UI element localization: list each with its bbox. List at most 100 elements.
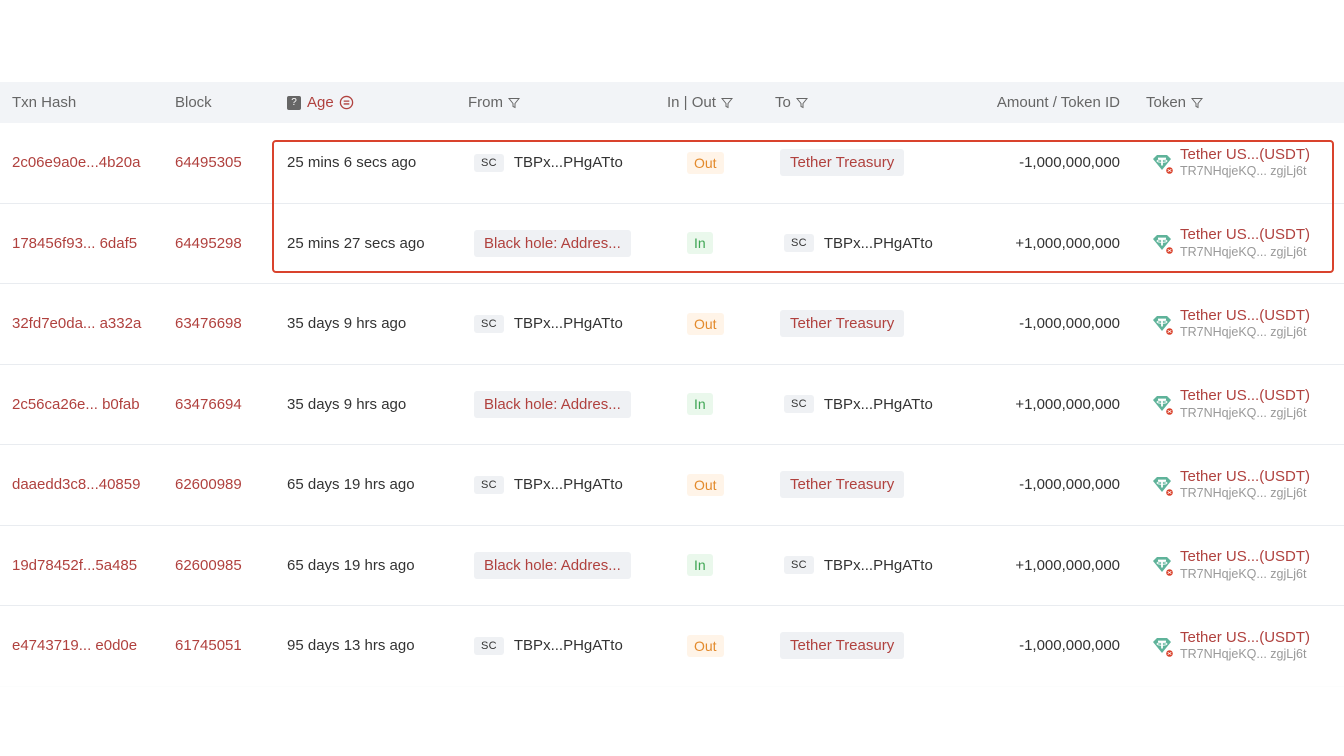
age-text: 35 days 9 hrs ago: [287, 315, 407, 333]
token-info[interactable]: Tether US...(USDT) TR7NHqjeKQ... zgjLj6t: [1150, 387, 1310, 421]
filter-icon[interactable]: [795, 97, 808, 109]
token-name-link[interactable]: Tether US...(USDT): [1180, 146, 1310, 165]
token-name-link[interactable]: Tether US...(USDT): [1180, 307, 1310, 326]
amount-text: -1,000,000,000: [1019, 154, 1120, 172]
table-header: Txn Hash Block ? Age From In | Out To Am…: [0, 82, 1344, 123]
smart-contract-badge: SC: [784, 395, 814, 414]
from-address-link[interactable]: TBPx...PHgATto: [514, 476, 623, 493]
token-info[interactable]: Tether US...(USDT) TR7NHqjeKQ... zgjLj6t: [1150, 307, 1310, 341]
smart-contract-badge: SC: [474, 636, 504, 655]
from-cell: Black hole: Addres...: [474, 365, 631, 445]
token-info[interactable]: Tether US...(USDT) TR7NHqjeKQ... zgjLj6t: [1150, 548, 1310, 582]
direction-badge: Out: [687, 151, 724, 174]
from-cell: SC TBPx...PHgATto: [474, 284, 623, 364]
help-icon[interactable]: ?: [287, 95, 301, 110]
block-link[interactable]: 63476694: [175, 365, 242, 445]
txn-hash-link[interactable]: 32fd7e0da... a332a: [12, 284, 141, 364]
amount-text: -1,000,000,000: [1019, 315, 1120, 333]
from-address-link[interactable]: TBPx...PHgATto: [514, 315, 623, 332]
txn-hash-link[interactable]: 2c56ca26e... b0fab: [12, 365, 140, 445]
to-address-tag[interactable]: Tether Treasury: [780, 632, 905, 660]
token-info[interactable]: Tether US...(USDT) TR7NHqjeKQ... zgjLj6t: [1150, 146, 1310, 180]
token-name-link[interactable]: Tether US...(USDT): [1180, 468, 1310, 487]
block-link[interactable]: 62600985: [175, 526, 242, 606]
table-row: 32fd7e0da... a332a 63476698 35 days 9 hr…: [0, 284, 1344, 365]
header-from[interactable]: From: [468, 82, 520, 123]
smart-contract-badge: SC: [784, 556, 814, 575]
txn-hash-link[interactable]: 2c06e9a0e...4b20a: [12, 123, 140, 203]
tether-icon: [1150, 231, 1174, 256]
from-cell: Black hole: Addres...: [474, 526, 631, 606]
header-txn-hash-label: Txn Hash: [12, 94, 77, 111]
header-block: Block: [175, 82, 212, 123]
token-text: Tether US...(USDT) TR7NHqjeKQ... zgjLj6t: [1180, 468, 1310, 502]
block-link[interactable]: 64495298: [175, 204, 242, 284]
tether-icon: [1150, 634, 1174, 658]
tether-icon: [1150, 312, 1174, 336]
age-text: 35 days 9 hrs ago: [287, 395, 407, 413]
header-to-label: To: [775, 94, 791, 111]
token-cell: Tether US...(USDT) TR7NHqjeKQ... zgjLj6t: [1150, 365, 1310, 445]
amount-text: +1,000,000,000: [1015, 395, 1120, 413]
from-address-tag[interactable]: Black hole: Addres...: [474, 229, 631, 257]
block-link[interactable]: 63476698: [175, 284, 242, 364]
txn-hash-link[interactable]: 178456f93... 6daf5: [12, 204, 137, 284]
block-link[interactable]: 64495305: [175, 123, 242, 203]
tether-icon: [1150, 151, 1174, 175]
direction-badge: Out: [687, 634, 724, 657]
amount-text: +1,000,000,000: [1015, 556, 1120, 574]
to-address-tag[interactable]: Tether Treasury: [780, 310, 905, 338]
header-age-label[interactable]: Age: [307, 94, 334, 111]
token-address: TR7NHqjeKQ... zgjLj6t: [1180, 244, 1307, 259]
direction-cell: Out: [687, 445, 724, 525]
token-name-link[interactable]: Tether US...(USDT): [1180, 548, 1310, 567]
to-address-tag[interactable]: Tether Treasury: [780, 149, 905, 177]
token-name-link[interactable]: Tether US...(USDT): [1180, 629, 1310, 648]
header-token[interactable]: Token: [1146, 82, 1204, 123]
table-row: 2c56ca26e... b0fab 63476694 35 days 9 hr…: [0, 364, 1344, 445]
token-address: TR7NHqjeKQ... zgjLj6t: [1180, 164, 1307, 179]
from-address-tag[interactable]: Black hole: Addres...: [474, 390, 631, 418]
header-txn-hash: Txn Hash: [12, 82, 76, 123]
token-cell: Tether US...(USDT) TR7NHqjeKQ... zgjLj6t: [1150, 123, 1310, 203]
token-address: TR7NHqjeKQ... zgjLj6t: [1180, 325, 1307, 340]
to-address-link[interactable]: TBPx...PHgATto: [824, 557, 933, 574]
to-cell: Tether Treasury: [780, 445, 905, 525]
token-cell: Tether US...(USDT) TR7NHqjeKQ... zgjLj6t: [1150, 526, 1310, 606]
token-info[interactable]: Tether US...(USDT) TR7NHqjeKQ... zgjLj6t: [1150, 226, 1310, 260]
token-text: Tether US...(USDT) TR7NHqjeKQ... zgjLj6t: [1180, 146, 1310, 180]
header-to[interactable]: To: [775, 82, 808, 123]
tether-icon: [1150, 473, 1174, 497]
to-address-link[interactable]: TBPx...PHgATto: [824, 396, 933, 413]
transfers-table: Txn Hash Block ? Age From In | Out To Am…: [0, 82, 1344, 687]
age-text: 65 days 19 hrs ago: [287, 556, 415, 574]
token-address: TR7NHqjeKQ... zgjLj6t: [1180, 566, 1307, 581]
from-address-link[interactable]: TBPx...PHgATto: [514, 637, 623, 654]
txn-hash-link[interactable]: daaedd3c8...40859: [12, 445, 140, 525]
direction-badge: Out: [687, 312, 724, 335]
header-age[interactable]: ? Age: [287, 82, 354, 123]
to-cell: Tether Treasury: [780, 123, 905, 203]
age-text: 25 mins 27 secs ago: [287, 234, 425, 252]
token-name-link[interactable]: Tether US...(USDT): [1180, 226, 1310, 245]
filter-icon[interactable]: [1191, 97, 1204, 109]
header-in-out[interactable]: In | Out: [667, 82, 733, 123]
to-address-tag[interactable]: Tether Treasury: [780, 471, 905, 499]
from-address-tag[interactable]: Black hole: Addres...: [474, 551, 631, 579]
token-info[interactable]: Tether US...(USDT) TR7NHqjeKQ... zgjLj6t: [1150, 468, 1310, 502]
tether-icon: [1150, 553, 1174, 578]
header-token-label: Token: [1146, 94, 1187, 111]
to-address-link[interactable]: TBPx...PHgATto: [824, 235, 933, 252]
direction-cell: Out: [687, 284, 724, 364]
txn-hash-link[interactable]: 19d78452f...5a485: [12, 526, 137, 606]
from-address-link[interactable]: TBPx...PHgATto: [514, 154, 623, 171]
clock-toggle-icon[interactable]: [339, 95, 354, 110]
token-text: Tether US...(USDT) TR7NHqjeKQ... zgjLj6t: [1180, 307, 1310, 341]
filter-icon[interactable]: [720, 97, 733, 109]
token-name-link[interactable]: Tether US...(USDT): [1180, 387, 1310, 406]
block-link[interactable]: 62600989: [175, 445, 242, 525]
filter-icon[interactable]: [508, 97, 520, 109]
header-in-out-label: In | Out: [667, 94, 716, 111]
token-info[interactable]: Tether US...(USDT) TR7NHqjeKQ... zgjLj6t: [1150, 629, 1310, 663]
token-text: Tether US...(USDT) TR7NHqjeKQ... zgjLj6t: [1180, 226, 1310, 260]
